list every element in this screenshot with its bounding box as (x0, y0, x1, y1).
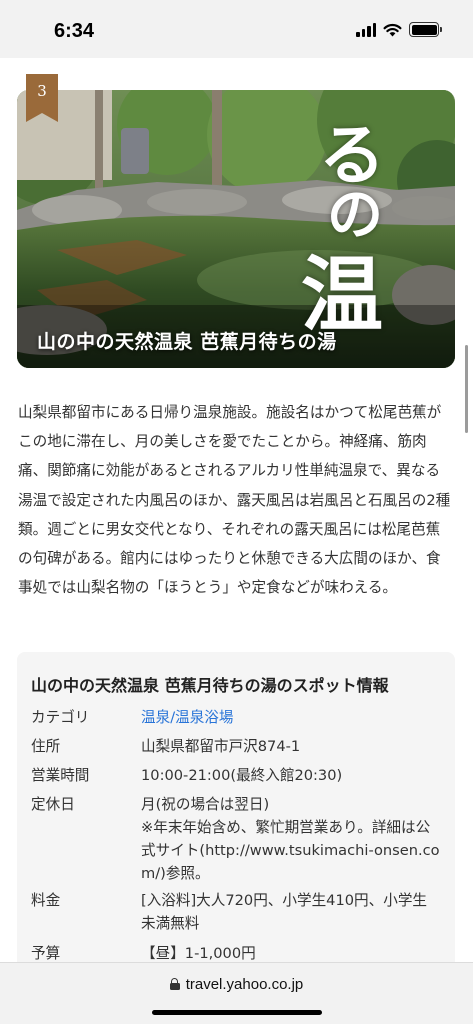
info-label: 営業時間 (31, 767, 90, 784)
status-time: 6:34 (54, 20, 95, 42)
info-value: 10:00-21:00(最終入館20:30) (141, 767, 343, 784)
info-row-closed: 定休日 月(祝の場合は翌日) ※年末年始含め、繁忙期営業あり。詳細は公式サイト(… (31, 793, 445, 885)
spot-description: 山梨県都留市にある日帰り温泉施設。施設名はかつて松尾芭蕉がこの地に滞在し、月の美… (18, 404, 451, 597)
spot-info-title: 山の中の天然温泉 芭蕉月待ちの湯のスポット情報 (31, 676, 389, 695)
info-row-category: カテゴリ 温泉/温泉浴場 (31, 706, 445, 729)
hero-image[interactable]: る の 温 山の中の天然温泉 芭蕉月待ちの湯 (17, 90, 455, 368)
info-label: 定休日 (31, 796, 75, 813)
status-bar: 6:34 (0, 0, 473, 58)
battery-icon (409, 22, 442, 37)
info-label: カテゴリ (31, 709, 90, 726)
home-indicator[interactable] (152, 1010, 322, 1015)
info-label: 住所 (31, 738, 61, 755)
info-row-hours: 営業時間 10:00-21:00(最終入館20:30) (31, 764, 445, 787)
scrollbar-thumb[interactable] (465, 345, 468, 433)
info-value: [入浴料]大人720円、小学生410円、小学生未満無料 (141, 892, 428, 932)
rank-number: 3 (37, 82, 47, 100)
url-text: travel.yahoo.co.jp (185, 976, 304, 993)
spot-info-box: 山の中の天然温泉 芭蕉月待ちの湯のスポット情報 カテゴリ 温泉/温泉浴場 住所 … (17, 652, 455, 972)
url-display[interactable]: travel.yahoo.co.jp (0, 976, 473, 993)
browser-url-bar[interactable]: travel.yahoo.co.jp (0, 962, 473, 1024)
wifi-icon (383, 23, 402, 36)
cellular-signal-icon (356, 22, 376, 37)
rank-badge: 3 (26, 74, 58, 122)
info-value: 山梨県都留市戸沢874-1 (141, 738, 301, 755)
info-row-price: 料金 [入浴料]大人720円、小学生410円、小学生未満無料 (31, 889, 445, 935)
status-icons (356, 22, 442, 37)
lock-icon (169, 978, 180, 990)
category-link[interactable]: 温泉/温泉浴場 (141, 706, 441, 729)
info-row-address: 住所 山梨県都留市戸沢874-1 (31, 735, 445, 758)
hero-title: 山の中の天然温泉 芭蕉月待ちの湯 (37, 331, 337, 353)
info-value: 月(祝の場合は翌日) ※年末年始含め、繁忙期営業あり。詳細は公式サイト(http… (141, 796, 440, 882)
info-label: 料金 (31, 892, 61, 909)
